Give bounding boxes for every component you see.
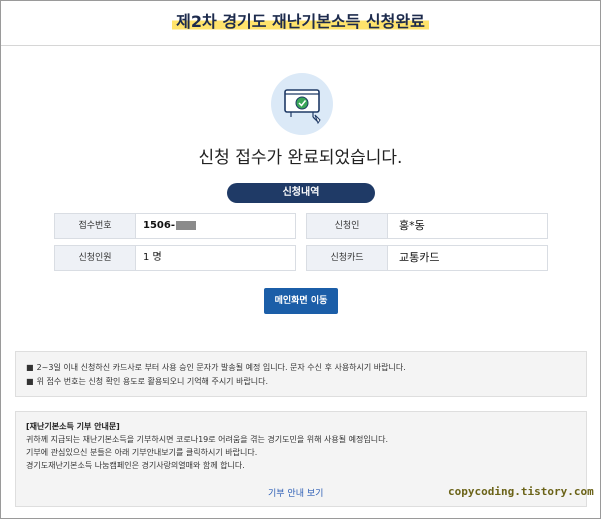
donation-line: 기부에 관심있으신 분들은 아래 기부안내보기를 클릭하시기 바랍니다. (26, 448, 258, 457)
donation-info-box: [재난기본소득 기부 안내문] 귀하께 지급되는 재난기본소득을 기부하시면 코… (15, 411, 594, 507)
receipt-number-value: 1506- (135, 214, 295, 238)
applicant-count-value: 1 명 (143, 252, 162, 263)
completion-message: 신청 접수가 완료되었습니다. (198, 148, 403, 168)
page-header: 제2차 경기도 재난기본소득 신청완료 (1, 1, 600, 46)
receipt-number-label: 접수번호 (55, 214, 136, 238)
monitor-check-icon (271, 73, 333, 135)
main-screen-button[interactable]: 메인화면 이동 (264, 288, 338, 314)
page-frame: 제2차 경기도 재난기본소득 신청완료 신청 접수가 완료되었습니다. 신청내역… (0, 0, 601, 519)
donation-title: [재난기본소득 기부 안내문] (26, 422, 120, 431)
donation-line: 경기도재난기본소득 나눔캠페인은 경기사랑의열매와 함께 합니다. (26, 461, 245, 470)
applicant-label: 신청인 (307, 214, 388, 238)
notice-text: 위 접수 번호는 신청 확인 용도로 활용되오니 기억해 주시기 바랍니다. (36, 377, 269, 386)
receipt-number-field: 접수번호 1506- (54, 213, 296, 239)
donation-line: 귀하께 지급되는 재난기본소득을 기부하시면 코로나19로 어려움을 겪는 경기… (26, 435, 388, 444)
masked-redaction (175, 220, 196, 230)
card-type-value: 교통카드 (399, 251, 440, 264)
monitor-check-graphic (284, 89, 321, 125)
applicant-field: 신청인 홍*동 (306, 213, 548, 239)
card-type-field: 신청카드 교통카드 (306, 245, 548, 271)
section-label-pill: 신청내역 (227, 183, 375, 203)
page-title-text: 제2차 경기도 재난기본소득 신청완료 (172, 12, 429, 31)
notice-line: ■ 2~3일 이내 신청하신 카드사로 부터 사용 승인 문자가 발송될 예정 입… (26, 361, 576, 375)
watermark: copycoding.tistory.com (448, 485, 594, 498)
applicant-count-label: 신청인원 (55, 246, 136, 270)
receipt-number-text: 1506- (143, 220, 175, 231)
page-title: 제2차 경기도 재난기본소득 신청완료 (1, 8, 600, 32)
notice-box: ■ 2~3일 이내 신청하신 카드사로 부터 사용 승인 문자가 발송될 예정 입… (15, 351, 587, 397)
notice-text: 2~3일 이내 신청하신 카드사로 부터 사용 승인 문자가 발송될 예정 입니… (36, 363, 406, 372)
applicant-count-field: 신청인원 1 명 (54, 245, 296, 271)
square-bullet-icon: ■ (26, 363, 34, 372)
donation-info-link[interactable]: 기부 안내 보기 (268, 488, 323, 501)
square-bullet-icon: ■ (26, 377, 34, 386)
applicant-value: 홍*동 (399, 219, 425, 232)
card-type-label: 신청카드 (307, 246, 388, 270)
notice-line: ■ 위 접수 번호는 신청 확인 용도로 활용되오니 기억해 주시기 바랍니다. (26, 375, 576, 389)
